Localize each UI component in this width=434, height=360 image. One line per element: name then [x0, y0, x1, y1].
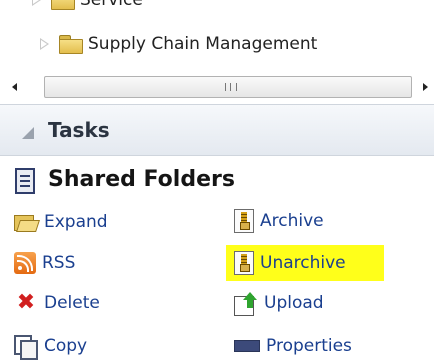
archive-zip-icon — [234, 209, 254, 233]
rss-label: RSS — [42, 253, 76, 273]
shared-folders-heading: Shared Folders — [48, 167, 235, 192]
tasks-panel-title: Tasks — [48, 118, 110, 142]
folder-icon — [51, 0, 75, 10]
archive-action[interactable]: Archive — [234, 208, 324, 234]
scrollbar-thumb[interactable] — [44, 76, 412, 98]
open-folder-icon — [14, 211, 40, 233]
expand-label: Expand — [44, 212, 108, 232]
collapse-triangle-icon[interactable] — [22, 127, 34, 139]
document-list-icon — [15, 168, 35, 194]
expand-triangle-icon[interactable] — [40, 38, 49, 50]
archive-label: Archive — [260, 211, 324, 231]
horizontal-scrollbar[interactable] — [8, 76, 428, 98]
tree-item-label: Service — [80, 0, 143, 10]
scroll-right-arrow-icon[interactable] — [423, 83, 428, 91]
upload-action[interactable]: Upload — [234, 290, 324, 316]
delete-label: Delete — [44, 293, 100, 313]
rss-icon — [14, 252, 36, 274]
rss-action[interactable]: RSS — [14, 250, 75, 276]
expand-action[interactable]: Expand — [14, 209, 108, 235]
tree-item-supply-chain-management[interactable]: Supply Chain Management — [40, 32, 317, 56]
upload-icon — [234, 292, 258, 316]
expand-triangle-icon[interactable] — [32, 0, 41, 6]
properties-label: Properties — [266, 336, 352, 356]
upload-label: Upload — [264, 293, 324, 313]
unarchive-label: Unarchive — [260, 253, 346, 273]
unarchive-zip-icon — [234, 251, 254, 275]
unarchive-action[interactable]: Unarchive — [234, 250, 346, 276]
properties-icon — [234, 340, 260, 352]
copy-action[interactable]: Copy — [14, 333, 88, 360]
delete-x-icon: ✖ — [16, 290, 36, 315]
tree-item-label: Supply Chain Management — [88, 34, 318, 54]
folder-icon — [59, 35, 83, 54]
copy-label: Copy — [44, 336, 88, 356]
copy-icon — [14, 335, 38, 360]
tasks-panel-header[interactable]: Tasks — [0, 104, 434, 156]
properties-action[interactable]: Properties — [234, 333, 352, 359]
scrollbar-grip-icon — [225, 83, 237, 91]
tree-item-service[interactable]: Service — [32, 0, 143, 12]
delete-action[interactable]: ✖ Delete — [14, 290, 100, 316]
scroll-left-arrow-icon[interactable] — [12, 83, 17, 91]
